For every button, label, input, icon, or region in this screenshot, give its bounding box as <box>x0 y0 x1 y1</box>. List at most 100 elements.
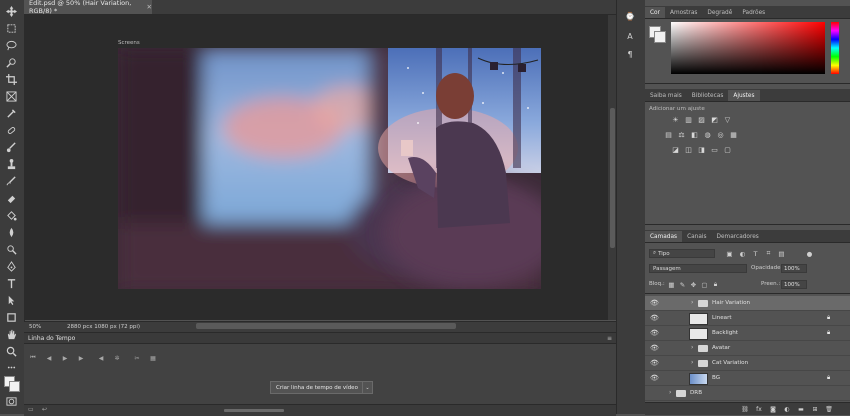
color-lookup-icon[interactable]: ▦ <box>729 131 738 139</box>
lock-pixels-icon[interactable]: ▦ <box>667 280 676 289</box>
layer-filter-kind[interactable]: ⌕ Tipo <box>649 249 715 258</box>
lock-image-icon[interactable]: ✎ <box>678 280 687 289</box>
hue-saturation-icon[interactable]: ▤ <box>664 131 673 139</box>
quick-selection-tool-icon[interactable] <box>4 57 18 68</box>
shape-filter-icon[interactable]: ⌗ <box>764 249 773 258</box>
paint-bucket-tool-icon[interactable] <box>4 210 18 221</box>
eraser-tool-icon[interactable] <box>4 193 18 204</box>
visibility-eye-icon[interactable]: 👁︎ <box>650 374 659 382</box>
selective-color-icon[interactable]: ▢ <box>723 146 732 154</box>
zoom-level[interactable]: 50% <box>24 324 53 330</box>
visibility-eye-icon[interactable]: 👁︎ <box>650 344 659 352</box>
visibility-eye-icon[interactable]: 👁︎ <box>650 329 659 337</box>
zoom-tool-icon[interactable] <box>4 346 18 357</box>
history-icon[interactable]: ⌚ <box>624 10 636 22</box>
dodge-tool-icon[interactable] <box>4 244 18 255</box>
adjustment-filter-icon[interactable]: ◐ <box>738 249 747 258</box>
move-tool-icon[interactable] <box>4 6 18 17</box>
layer-row-hair-variation[interactable]: 👁︎ › Hair Variation <box>645 296 850 311</box>
tab-swatches[interactable]: Amostras <box>665 7 702 18</box>
tab-gradients[interactable]: Degradê <box>702 7 737 18</box>
layer-name[interactable]: Backlight <box>712 329 738 337</box>
tab-learn[interactable]: Saiba mais <box>645 90 687 101</box>
chevron-down-icon[interactable]: ⌄ <box>362 381 373 394</box>
gradient-map-icon[interactable]: ▭ <box>710 146 719 154</box>
eyedropper-tool-icon[interactable] <box>4 108 18 119</box>
layer-row-avatar[interactable]: 👁︎ › Avatar <box>645 341 850 356</box>
tab-adjustments[interactable]: Ajustes <box>728 90 760 101</box>
timeline-title[interactable]: Linha do Tempo <box>28 335 75 342</box>
chevron-right-icon[interactable]: › <box>691 344 697 352</box>
background-color-chip[interactable] <box>654 31 666 43</box>
layer-row-drb[interactable]: › DRB <box>645 386 850 401</box>
history-brush-tool-icon[interactable] <box>4 176 18 187</box>
frame-tool-icon[interactable] <box>4 91 18 102</box>
filter-toggle-icon[interactable]: ● <box>805 249 814 258</box>
tab-color[interactable]: Cor <box>645 7 665 18</box>
settings-icon[interactable]: ✲ <box>112 353 122 363</box>
play-icon[interactable]: ▶ <box>60 353 70 363</box>
fill-input[interactable]: 100% <box>781 280 807 289</box>
link-layers-icon[interactable]: ⛓ <box>741 405 749 413</box>
exposure-icon[interactable]: ◩ <box>710 116 719 124</box>
background-color-swatch[interactable] <box>9 381 20 392</box>
type-tool-icon[interactable] <box>4 278 18 289</box>
transition-icon[interactable]: ▦ <box>148 353 158 363</box>
pixel-filter-icon[interactable]: ▣ <box>725 249 734 258</box>
opacity-input[interactable]: 100% <box>781 264 807 273</box>
healing-brush-tool-icon[interactable] <box>4 125 18 136</box>
curves-icon[interactable]: ▨ <box>697 116 706 124</box>
layer-name[interactable]: BG <box>712 374 720 382</box>
photo-filter-icon[interactable]: ◍ <box>703 131 712 139</box>
layer-row-cat-variation[interactable]: 👁︎ › Cat Variation <box>645 356 850 371</box>
create-video-timeline-button[interactable]: Criar linha de tempo de vídeo <box>270 381 364 394</box>
edit-toolbar-icon[interactable] <box>4 362 18 373</box>
brightness-icon[interactable]: ☀ <box>671 116 680 124</box>
artboard-tool-icon[interactable] <box>4 23 18 34</box>
layer-style-icon[interactable]: fx <box>755 405 763 413</box>
lock-all-icon[interactable]: 🔒︎ <box>711 280 720 289</box>
artboard-image[interactable] <box>118 48 541 289</box>
chevron-right-icon[interactable]: › <box>691 359 697 367</box>
arrow-icon[interactable]: ↩ <box>42 406 47 413</box>
tab-layers[interactable]: Camadas <box>645 231 683 242</box>
hand-tool-icon[interactable] <box>4 329 18 340</box>
new-adjustment-icon[interactable]: ◐ <box>783 405 791 413</box>
lock-position-icon[interactable]: ✥ <box>689 280 698 289</box>
vertical-scroll-thumb[interactable] <box>610 108 615 248</box>
split-icon[interactable]: ✂ <box>132 353 142 363</box>
color-balance-icon[interactable]: ⚖ <box>677 131 686 139</box>
type-filter-icon[interactable]: T <box>751 249 760 258</box>
next-frame-icon[interactable]: ▶ <box>76 353 86 363</box>
levels-icon[interactable]: ▥ <box>684 116 693 124</box>
hue-slider[interactable] <box>831 22 839 74</box>
chevron-right-icon[interactable]: › <box>691 299 697 307</box>
character-panel-icon[interactable]: A <box>624 30 636 42</box>
document-info[interactable]: 2880 pcx 1080 px (72 ppi) <box>53 324 140 330</box>
layer-name[interactable]: Hair Variation <box>712 299 750 307</box>
new-group-icon[interactable]: ▬ <box>797 405 805 413</box>
visibility-eye-icon[interactable]: 👁︎ <box>650 359 659 367</box>
previous-frame-icon[interactable]: ◀ <box>44 353 54 363</box>
layer-name[interactable]: Avatar <box>712 344 730 352</box>
invert-icon[interactable]: ◪ <box>671 146 680 154</box>
tab-channels[interactable]: Canais <box>682 231 711 242</box>
layer-row-lineart[interactable]: 👁︎ Lineart 🔒︎ <box>645 311 850 326</box>
layer-name[interactable]: Cat Variation <box>712 359 748 367</box>
pen-tool-icon[interactable] <box>4 261 18 272</box>
black-white-icon[interactable]: ◧ <box>690 131 699 139</box>
new-layer-icon[interactable]: ⊞ <box>811 405 819 413</box>
layer-name[interactable]: DRB <box>690 389 702 397</box>
posterize-icon[interactable]: ◫ <box>684 146 693 154</box>
channel-mixer-icon[interactable]: ◎ <box>716 131 725 139</box>
color-field[interactable] <box>671 22 825 74</box>
chevron-right-icon[interactable]: › <box>669 389 675 397</box>
horizontal-scroll-thumb[interactable] <box>196 323 456 329</box>
vibrance-icon[interactable]: ▽ <box>723 116 732 124</box>
visibility-eye-icon[interactable]: 👁︎ <box>650 314 659 322</box>
timeline-zoom-slider[interactable] <box>224 409 284 412</box>
mute-audio-icon[interactable]: ◀ <box>96 353 106 363</box>
blur-tool-icon[interactable] <box>4 227 18 238</box>
layer-row-backlight[interactable]: 👁︎ Backlight 🔒︎ <box>645 326 850 341</box>
clone-stamp-tool-icon[interactable] <box>4 159 18 170</box>
